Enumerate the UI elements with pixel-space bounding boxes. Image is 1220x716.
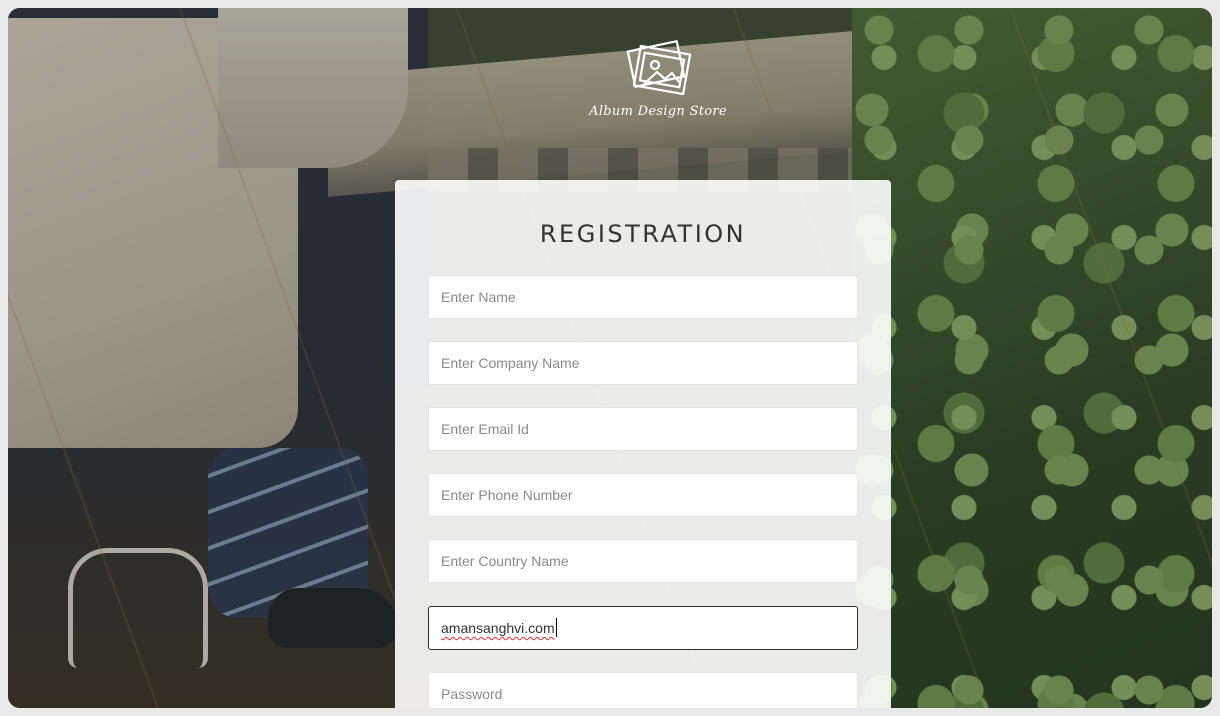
- email-input[interactable]: [428, 407, 858, 451]
- company-name-input[interactable]: [428, 341, 858, 385]
- country-input[interactable]: [428, 539, 858, 583]
- phone-input[interactable]: [428, 473, 858, 517]
- app-window: Album Design Store REGISTRATION amansang…: [8, 8, 1212, 708]
- brand-logo[interactable]: Album Design Store: [588, 38, 728, 134]
- brand-name: Album Design Store: [589, 104, 727, 119]
- registration-card: REGISTRATION amansanghvi.com: [395, 180, 891, 708]
- password-input[interactable]: [428, 672, 858, 708]
- photo-frames-icon: [626, 40, 692, 96]
- name-input[interactable]: [428, 275, 858, 319]
- page-title: REGISTRATION: [539, 220, 747, 248]
- username-input[interactable]: [428, 606, 858, 650]
